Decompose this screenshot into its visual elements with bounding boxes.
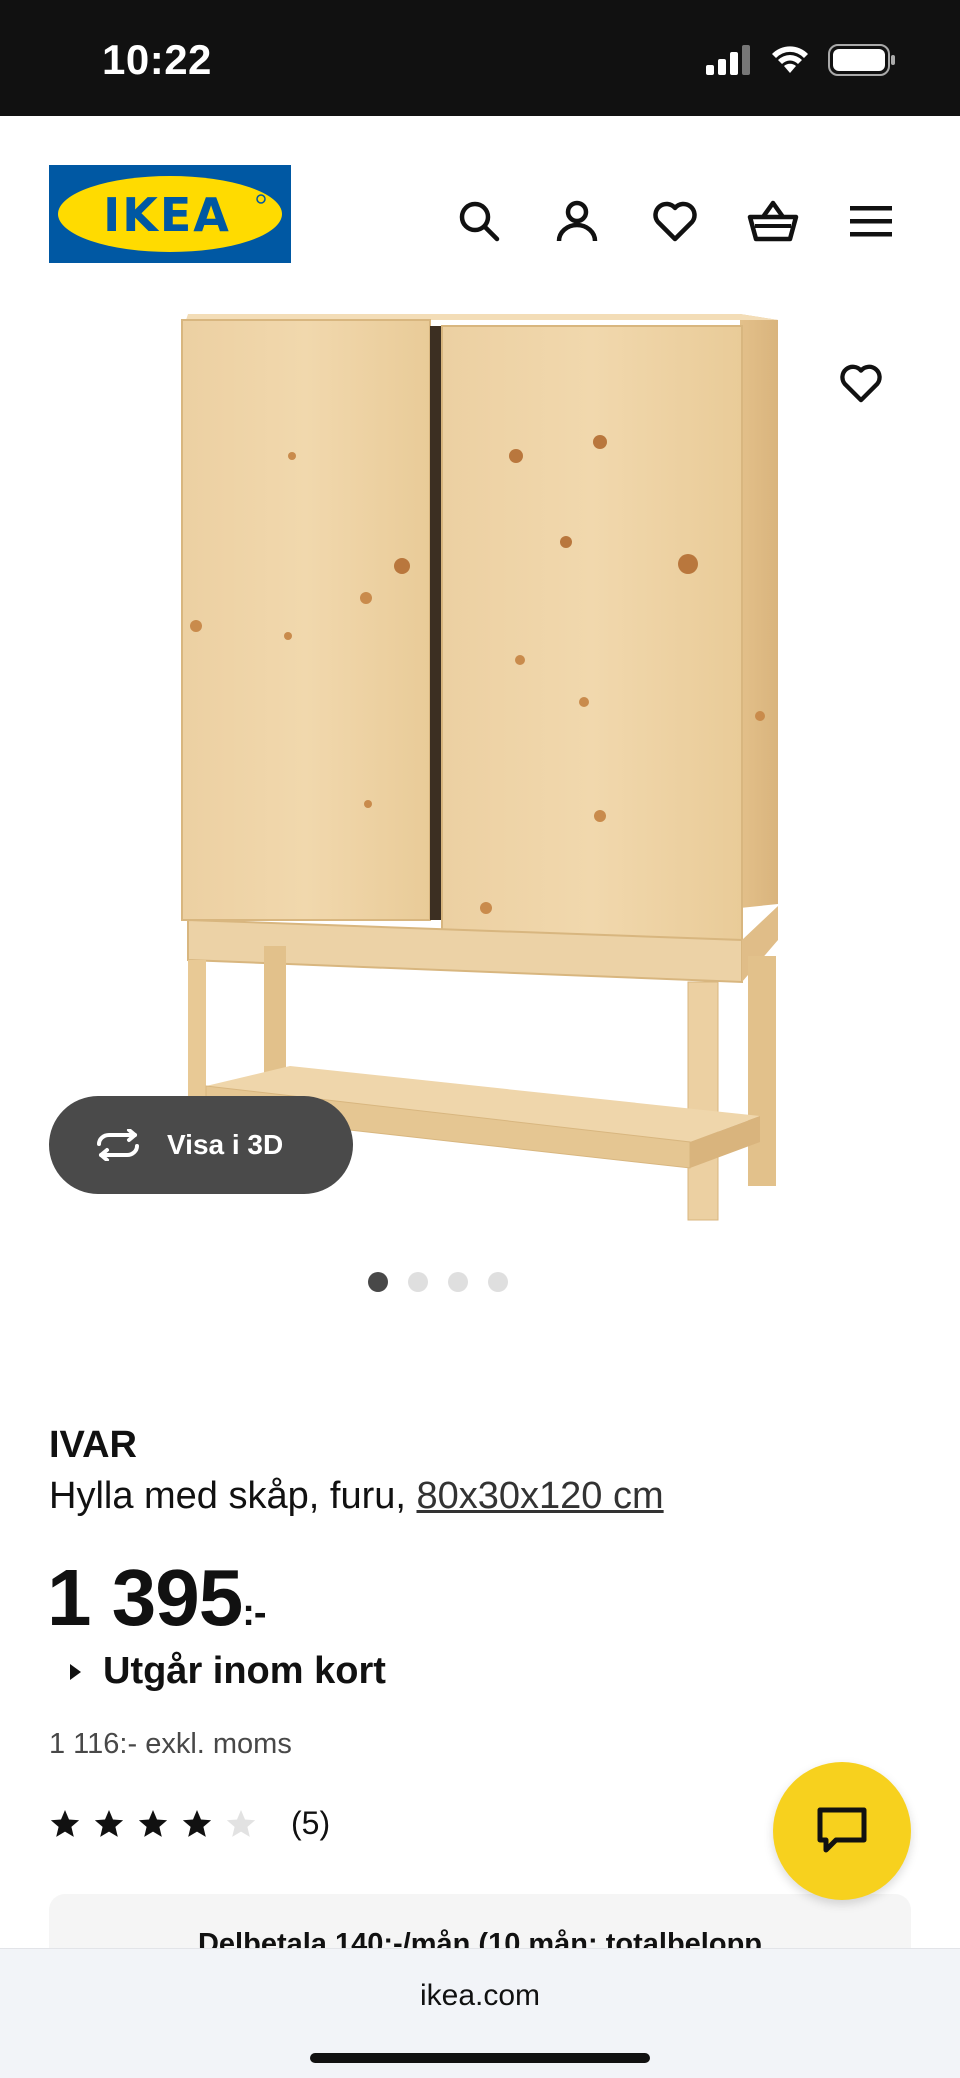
star-empty-icon [226, 1809, 256, 1837]
user-icon [556, 200, 598, 242]
chat-bubble-icon [817, 1807, 867, 1853]
rotate-3d-icon [97, 1129, 139, 1161]
basket-icon [747, 200, 799, 242]
pagination-dot[interactable] [488, 1272, 508, 1292]
account-button[interactable] [528, 186, 626, 256]
status-bar: 10:22 [0, 0, 960, 116]
status-time: 10:22 [102, 36, 212, 83]
signal-icon [706, 45, 750, 75]
wifi-icon [772, 46, 808, 73]
cart-button[interactable] [724, 186, 822, 256]
product-description: Hylla med skåp, furu, 80x30x120 cm [49, 1470, 919, 1522]
chat-button[interactable] [773, 1762, 911, 1900]
product-type: Hylla med skåp, furu, [49, 1475, 406, 1517]
gallery-pagination [0, 1272, 918, 1292]
browser-toolbar: ikea.com [0, 1948, 960, 2078]
battery-icon [828, 44, 895, 76]
browser-url[interactable]: ikea.com [0, 1979, 960, 2013]
price-excl-vat: 1 116:- exkl. moms [49, 1728, 292, 1760]
heart-icon [840, 364, 882, 403]
view-in-3d-label: Visa i 3D [167, 1129, 284, 1160]
search-icon [459, 201, 500, 242]
menu-button[interactable] [822, 186, 920, 256]
price-suffix: :- [242, 1592, 266, 1634]
search-button[interactable] [430, 186, 528, 256]
header-actions [430, 186, 920, 256]
triangle-right-icon [70, 1663, 81, 1680]
hamburger-menu-icon [850, 206, 892, 237]
product-size-link[interactable]: 80x30x120 cm [416, 1475, 663, 1517]
pagination-dot[interactable] [368, 1272, 388, 1292]
stock-status[interactable]: Utgår inom kort [70, 1650, 386, 1693]
pagination-dot[interactable] [448, 1272, 468, 1292]
stock-status-label: Utgår inom kort [103, 1650, 386, 1692]
favourites-button[interactable] [626, 186, 724, 256]
add-to-favourites-button[interactable] [826, 348, 896, 418]
product-image-gallery[interactable]: Visa i 3D [0, 296, 960, 1256]
star-icon [94, 1809, 124, 1837]
rating-stars [49, 1808, 257, 1840]
price-value: 1 395 [47, 1553, 243, 1642]
heart-icon [653, 201, 697, 242]
pagination-dot[interactable] [408, 1272, 428, 1292]
home-indicator [310, 2053, 650, 2063]
ikea-logo[interactable]: IKEA [49, 165, 291, 263]
star-icon [138, 1809, 168, 1837]
product-info: IVAR Hylla med skåp, furu, 80x30x120 cm [49, 1420, 919, 1522]
status-icons [706, 44, 896, 76]
star-icon [50, 1809, 80, 1837]
view-in-3d-button[interactable]: Visa i 3D [49, 1096, 353, 1194]
logo-text: IKEA [103, 188, 231, 242]
product-name: IVAR [49, 1424, 137, 1466]
review-count: (5) [291, 1805, 331, 1841]
product-price: 1 395:- [47, 1552, 267, 1644]
star-icon [182, 1809, 212, 1837]
product-rating[interactable]: (5) [49, 1805, 330, 1842]
site-header: IKEA [0, 116, 960, 296]
